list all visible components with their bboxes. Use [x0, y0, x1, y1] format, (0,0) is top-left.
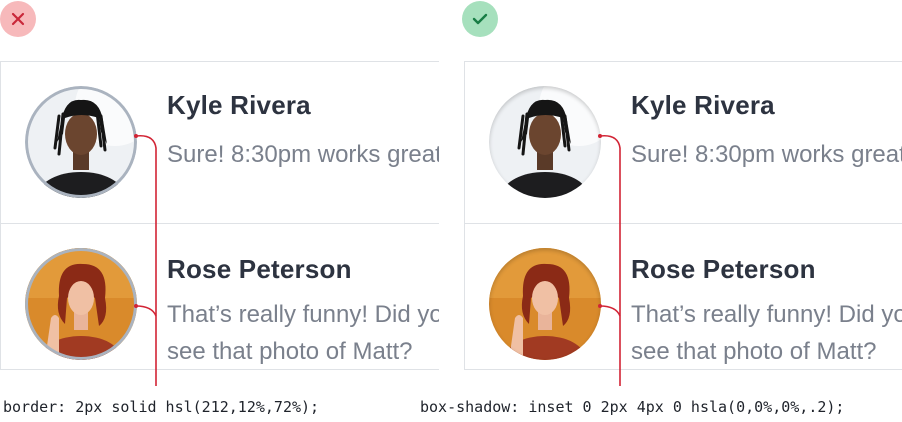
- conversation-row[interactable]: Kyle Rivera Sure! 8:30pm works great: [465, 62, 902, 223]
- avatar-inner-shadow: [489, 248, 601, 360]
- conversation-row[interactable]: Rose Peterson That’s really funny! Did y…: [1, 223, 439, 369]
- conversation-row[interactable]: Rose Peterson That’s really funny! Did y…: [465, 223, 902, 369]
- css-code-label: border: 2px solid hsl(212,12%,72%);: [3, 398, 320, 416]
- close-icon: [11, 12, 25, 26]
- contact-name: Kyle Rivera: [167, 90, 311, 120]
- avatar-border: [25, 248, 137, 360]
- avatar: [25, 248, 137, 360]
- contact-name: Kyle Rivera: [631, 90, 775, 120]
- avatar: [25, 86, 137, 198]
- good-example-panel: Kyle Rivera Sure! 8:30pm works great Ros…: [420, 0, 902, 422]
- avatar-border: [25, 86, 137, 198]
- avatar-inner-shadow: [489, 86, 601, 198]
- bad-example-badge: [0, 1, 36, 37]
- check-icon: [472, 13, 488, 25]
- contact-name: Rose Peterson: [631, 254, 816, 284]
- message-preview: That’s really funny! Did you see that ph…: [631, 301, 902, 365]
- bad-example-panel: Kyle Rivera Sure! 8:30pm works great Ros…: [0, 0, 440, 422]
- conversation-list: Kyle Rivera Sure! 8:30pm works great Ros…: [0, 61, 439, 370]
- conversation-row[interactable]: Kyle Rivera Sure! 8:30pm works great: [1, 62, 439, 223]
- message-preview: Sure! 8:30pm works great: [631, 141, 902, 168]
- message-preview: That’s really funny! Did you see that ph…: [167, 301, 439, 365]
- good-example-badge: [462, 1, 498, 37]
- conversation-list: Kyle Rivera Sure! 8:30pm works great Ros…: [464, 61, 902, 370]
- avatar: [489, 86, 601, 198]
- avatar: [489, 248, 601, 360]
- css-code-label: box-shadow: inset 0 2px 4px 0 hsla(0,0%,…: [420, 398, 845, 416]
- contact-name: Rose Peterson: [167, 254, 352, 284]
- message-preview: Sure! 8:30pm works great: [167, 141, 439, 168]
